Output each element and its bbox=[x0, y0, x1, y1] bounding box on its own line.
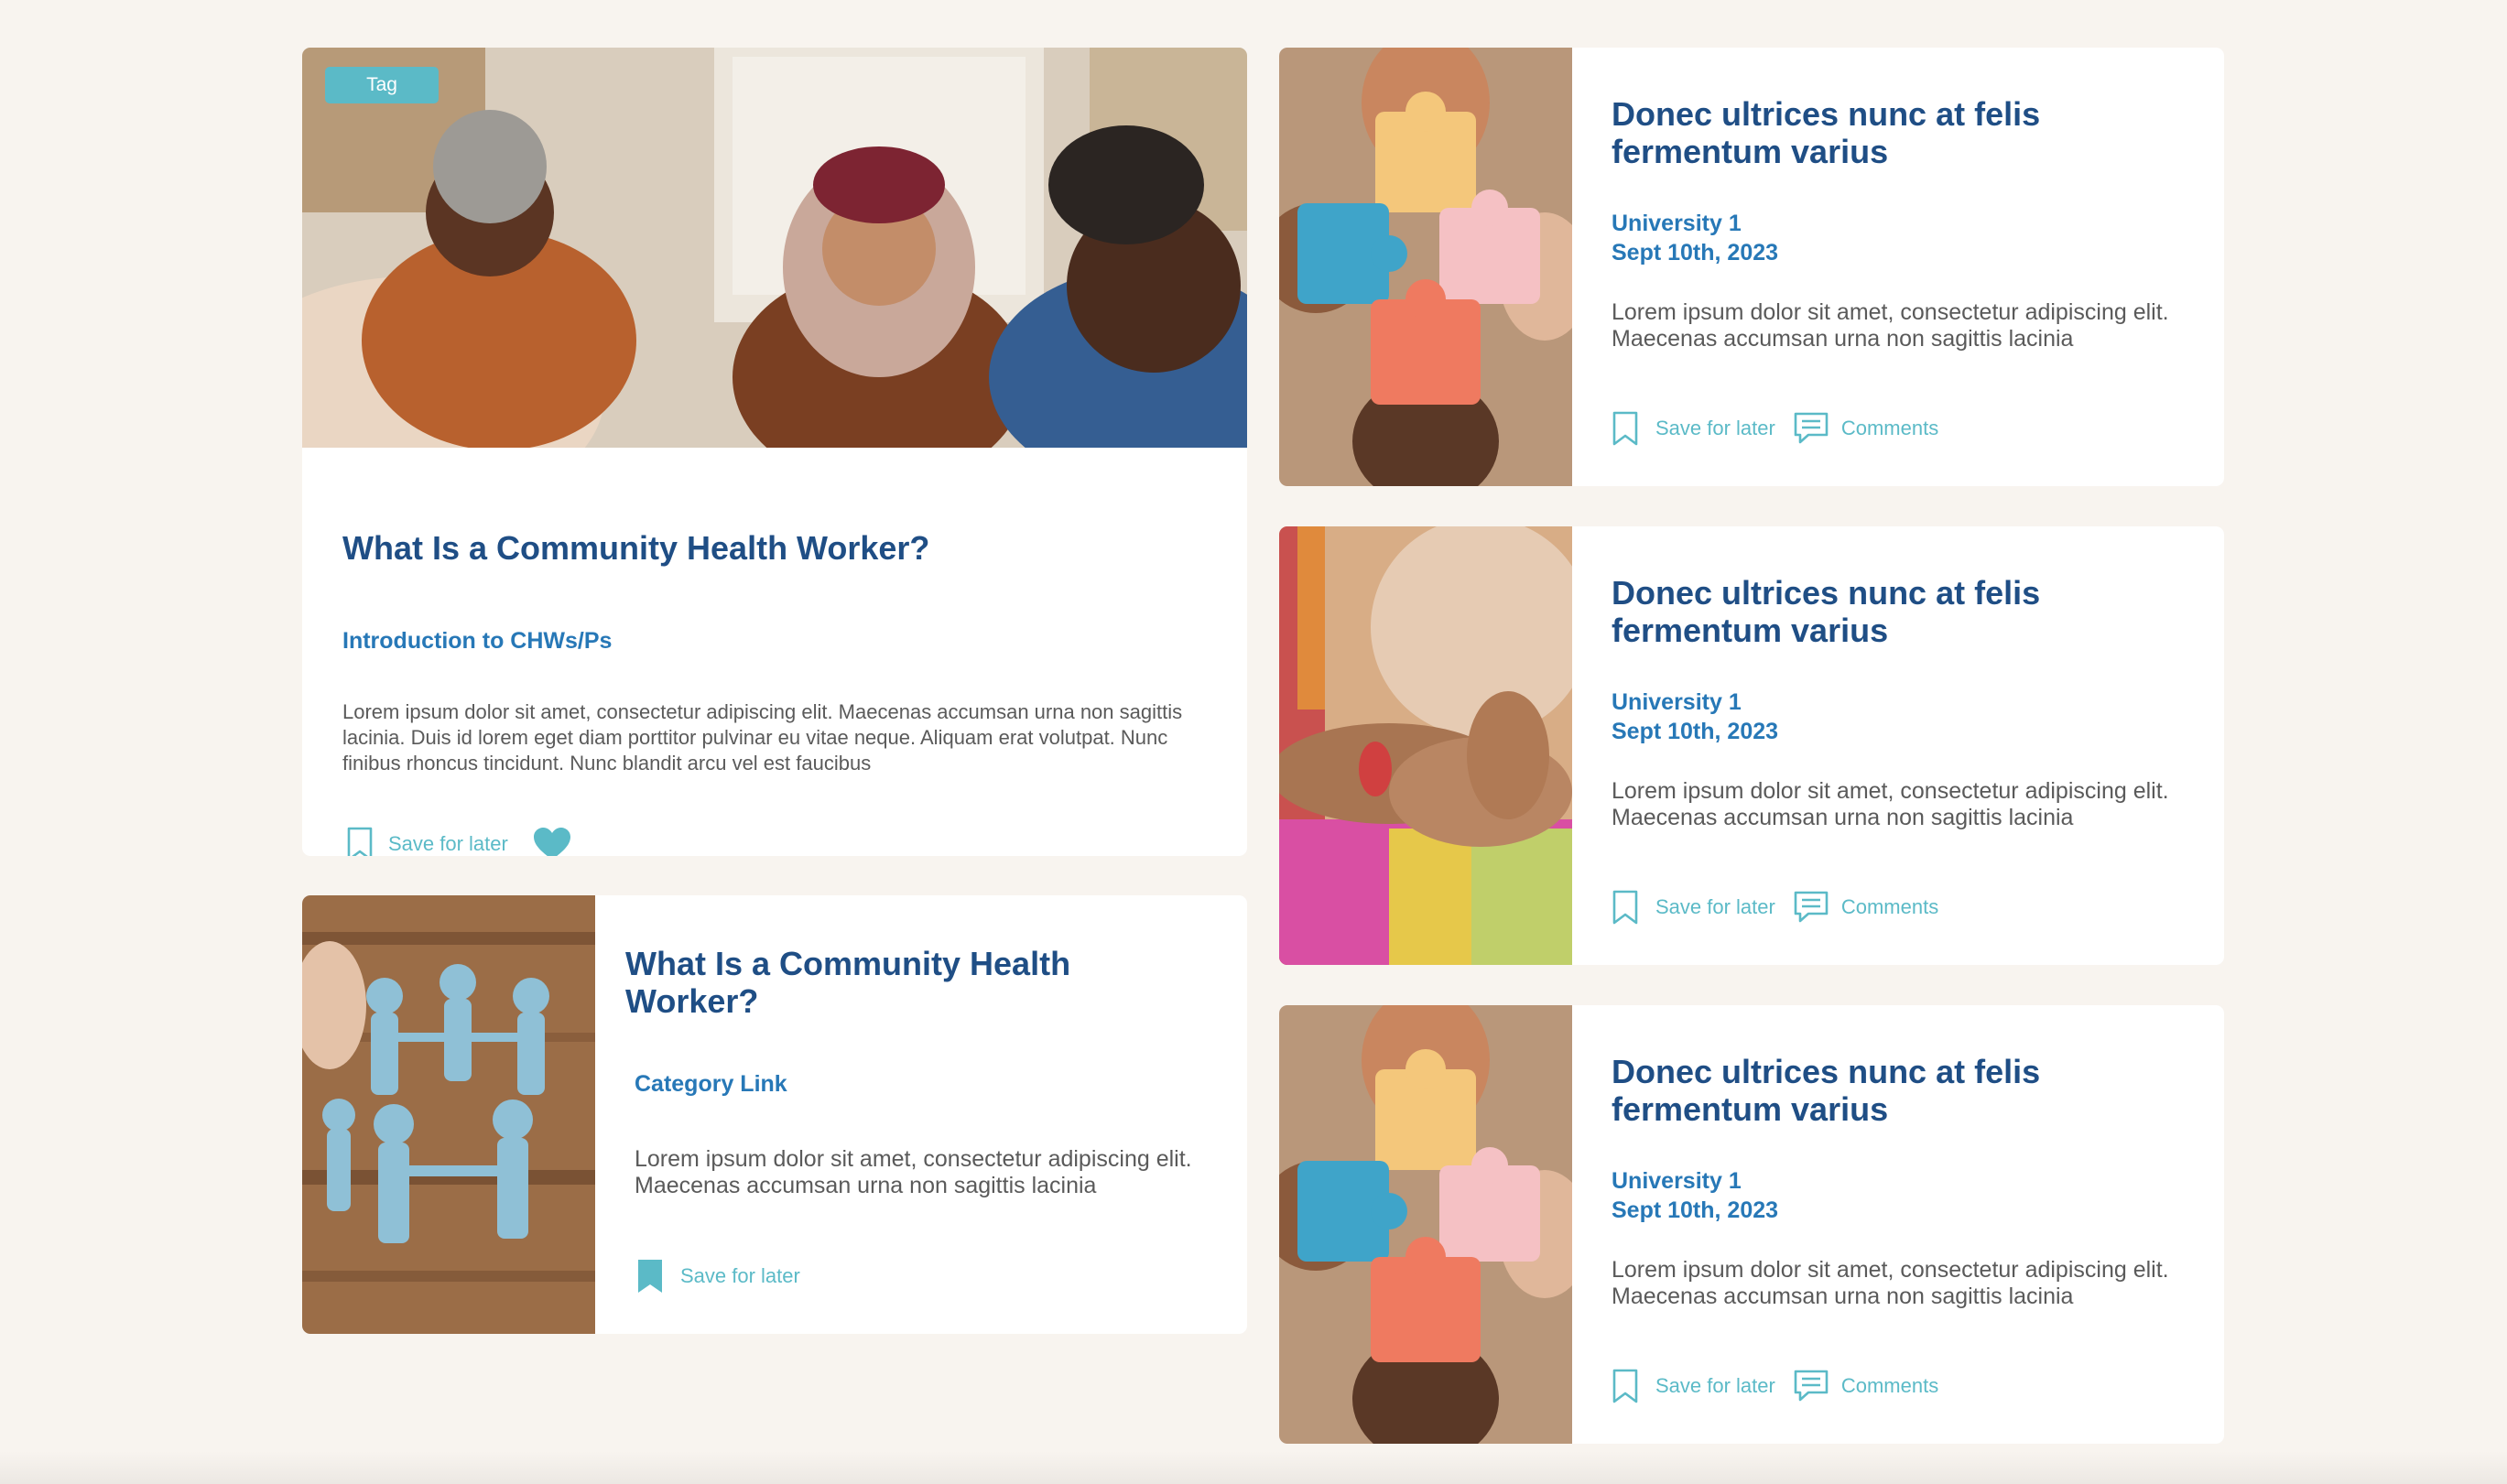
secondary-actions: Save for later bbox=[636, 1259, 800, 1294]
featured-article-title[interactable]: What Is a Community Health Worker? bbox=[342, 528, 1212, 569]
save-for-later-button[interactable]: Save for later bbox=[1612, 1369, 1775, 1403]
save-for-later-label: Save for later bbox=[1655, 1374, 1775, 1397]
holding-hands-image[interactable] bbox=[1279, 526, 1572, 965]
bookmark-outline-icon bbox=[1612, 1369, 1638, 1403]
puzzle-hands-image[interactable] bbox=[1279, 48, 1572, 486]
featured-article-excerpt: Lorem ipsum dolor sit amet, consectetur … bbox=[342, 700, 1183, 774]
comments-button[interactable]: Comments bbox=[1794, 1369, 1938, 1403]
save-for-later-button[interactable]: Save for later bbox=[346, 827, 508, 856]
save-for-later-button[interactable]: Save for later bbox=[1612, 890, 1775, 925]
side-actions: Save for later Comments bbox=[1612, 1369, 1938, 1403]
save-for-later-button[interactable]: Save for later bbox=[636, 1259, 800, 1294]
side-article-meta: University 1 Sept 10th, 2023 bbox=[1612, 209, 1778, 267]
side-article-excerpt: Lorem ipsum dolor sit amet, consectetur … bbox=[1612, 778, 2169, 830]
side-article-title[interactable]: Donec ultrices nunc at felis fermentum v… bbox=[1612, 1053, 2124, 1128]
bookmark-outline-icon bbox=[1612, 411, 1638, 446]
bookmark-filled-icon bbox=[638, 1260, 662, 1293]
comments-button[interactable]: Comments bbox=[1794, 411, 1938, 446]
university-link[interactable]: University 1 bbox=[1612, 688, 1778, 717]
save-for-later-label: Save for later bbox=[1655, 895, 1775, 918]
side-actions: Save for later Comments bbox=[1612, 890, 1938, 925]
side-article-card[interactable]: Donec ultrices nunc at felis fermentum v… bbox=[1279, 1005, 2224, 1444]
side-article-excerpt: Lorem ipsum dolor sit amet, consectetur … bbox=[1612, 1257, 2169, 1309]
side-article-title[interactable]: Donec ultrices nunc at felis fermentum v… bbox=[1612, 95, 2124, 170]
comment-icon bbox=[1794, 1370, 1829, 1402]
bookmark-outline-icon bbox=[347, 827, 373, 856]
secondary-article-card[interactable]: What Is a Community Health Worker? Categ… bbox=[302, 895, 1247, 1334]
university-link[interactable]: University 1 bbox=[1612, 209, 1778, 238]
puzzle-hands-image[interactable] bbox=[1279, 1005, 1572, 1444]
comments-button[interactable]: Comments bbox=[1794, 890, 1938, 925]
comment-icon bbox=[1794, 412, 1829, 444]
heart-filled-icon[interactable] bbox=[532, 827, 572, 856]
page-bottom-fade bbox=[0, 1451, 2507, 1484]
side-actions: Save for later Comments bbox=[1612, 411, 1938, 446]
side-article-excerpt: Lorem ipsum dolor sit amet, consectetur … bbox=[1612, 299, 2169, 352]
university-link[interactable]: University 1 bbox=[1612, 1166, 1778, 1196]
featured-actions: Save for later bbox=[346, 827, 572, 856]
save-for-later-label: Save for later bbox=[388, 832, 508, 855]
featured-article-image[interactable] bbox=[302, 48, 1247, 448]
side-article-card[interactable]: Donec ultrices nunc at felis fermentum v… bbox=[1279, 48, 2224, 486]
secondary-article-excerpt: Lorem ipsum dolor sit amet, consectetur … bbox=[635, 1146, 1192, 1198]
secondary-category-link[interactable]: Category Link bbox=[635, 1071, 1184, 1098]
bookmark-outline-icon bbox=[1612, 890, 1638, 925]
article-date: Sept 10th, 2023 bbox=[1612, 719, 1779, 744]
comments-label: Comments bbox=[1840, 417, 1939, 439]
comment-icon bbox=[1794, 891, 1829, 923]
featured-category-link[interactable]: Introduction to CHWs/Ps bbox=[342, 628, 1167, 655]
comments-label: Comments bbox=[1840, 895, 1939, 918]
save-for-later-label: Save for later bbox=[680, 1264, 800, 1287]
save-for-later-label: Save for later bbox=[1655, 417, 1775, 439]
comments-label: Comments bbox=[1840, 1374, 1939, 1397]
article-date: Sept 10th, 2023 bbox=[1612, 240, 1779, 265]
side-article-meta: University 1 Sept 10th, 2023 bbox=[1612, 688, 1778, 746]
featured-article-card[interactable]: Tag What Is a Community Health Worker? I… bbox=[302, 48, 1247, 856]
article-date: Sept 10th, 2023 bbox=[1612, 1197, 1779, 1223]
side-article-meta: University 1 Sept 10th, 2023 bbox=[1612, 1166, 1778, 1225]
paper-people-chain-image[interactable] bbox=[302, 895, 595, 1334]
secondary-article-title[interactable]: What Is a Community Health Worker? bbox=[625, 945, 1193, 1020]
article-tag-badge[interactable]: Tag bbox=[325, 67, 439, 103]
side-article-card[interactable]: Donec ultrices nunc at felis fermentum v… bbox=[1279, 526, 2224, 965]
save-for-later-button[interactable]: Save for later bbox=[1612, 411, 1775, 446]
side-article-title[interactable]: Donec ultrices nunc at felis fermentum v… bbox=[1612, 574, 2124, 649]
